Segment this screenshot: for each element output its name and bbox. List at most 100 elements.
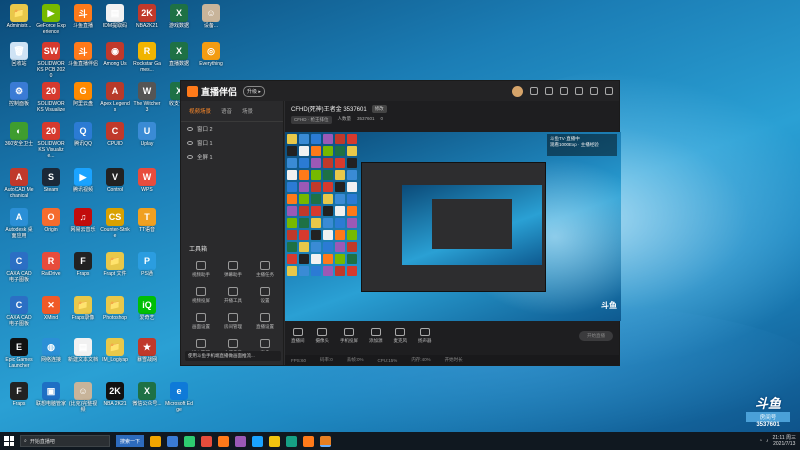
volume-icon[interactable]: ♪ bbox=[766, 438, 769, 444]
desktop-icon[interactable]: 2K NBA 2K21 bbox=[100, 382, 130, 407]
desktop-icon[interactable]: CS Counter-Strike bbox=[100, 208, 130, 239]
tool-item[interactable]: 房间管理 bbox=[217, 313, 249, 330]
control-button[interactable]: 手机投屏 bbox=[340, 328, 358, 344]
desktop-icon[interactable]: 📁 Fraps录像 bbox=[68, 296, 98, 321]
desktop-icon[interactable]: 斗斗鱼直播 bbox=[68, 4, 98, 29]
tool-item[interactable]: 画面设置 bbox=[185, 313, 217, 330]
control-button[interactable]: 添加源 bbox=[369, 328, 383, 344]
desktop-icon[interactable]: A AutoCAD Mechanical bbox=[4, 168, 34, 199]
desktop-icon[interactable]: ▤ IDM提取码 bbox=[100, 4, 130, 29]
control-button[interactable]: 扬声器 bbox=[418, 328, 432, 344]
taskbar-app-icon[interactable] bbox=[150, 435, 162, 447]
desktop-icon[interactable]: X 游戏数据 bbox=[164, 4, 194, 29]
desktop-icon[interactable]: ◎ Everything bbox=[196, 42, 226, 67]
tool-item[interactable]: 开播工具 bbox=[217, 287, 249, 304]
skin-icon[interactable] bbox=[560, 87, 568, 95]
upgrade-badge[interactable]: 升级 ▸ bbox=[243, 85, 265, 97]
desktop-icon[interactable]: iQ 爱奇艺 bbox=[132, 296, 162, 321]
desktop-icon[interactable]: C CPUID bbox=[100, 122, 130, 147]
tab-video-scene[interactable]: 视频场景 bbox=[189, 107, 211, 115]
minimize-icon[interactable] bbox=[575, 87, 583, 95]
desktop-icon[interactable]: 📁 Administr... bbox=[4, 4, 34, 29]
desktop-icon[interactable]: ▶ GeForce Experience bbox=[36, 4, 66, 35]
desktop-icon[interactable]: A Autodesk 桌面应用 bbox=[4, 208, 34, 239]
desktop-icon[interactable]: ⚙ 控制面板 bbox=[4, 82, 34, 107]
desktop-icon[interactable]: C CAXA CAD 电子图板 bbox=[4, 252, 34, 283]
desktop-icon[interactable]: G 阿里云盘 bbox=[68, 82, 98, 107]
desktop-icon[interactable]: ✕ XMind bbox=[36, 296, 66, 321]
desktop-icon[interactable]: 2K NBA2K21 bbox=[132, 4, 162, 29]
taskbar-app-icon[interactable] bbox=[286, 435, 298, 447]
control-button[interactable]: 麦克风 bbox=[394, 328, 407, 344]
desktop-icon[interactable]: E Epic Games Launcher bbox=[4, 338, 34, 369]
tool-item[interactable]: 视频助手 bbox=[185, 261, 217, 278]
taskbar-app-icon[interactable] bbox=[320, 435, 332, 447]
settings-icon[interactable] bbox=[545, 87, 553, 95]
desktop-icon[interactable]: ◐ 360安全卫士 bbox=[4, 122, 34, 147]
control-button[interactable]: 摄像头 bbox=[316, 328, 329, 344]
desktop-icon[interactable]: ▤ 新建文本文档 bbox=[68, 338, 98, 363]
taskbar-app-icon[interactable] bbox=[184, 435, 196, 447]
desktop-icon[interactable]: ★ 暴雪战网 bbox=[132, 338, 162, 363]
desktop-icon[interactable]: ▣ 联想电脑管家 bbox=[36, 382, 66, 407]
tool-item[interactable]: 视频投屏 bbox=[185, 287, 217, 304]
desktop-icon[interactable]: A Apex Legends bbox=[100, 82, 130, 113]
taskbar-app-icon[interactable] bbox=[252, 435, 264, 447]
desktop-icon[interactable]: 20 SOLIDWORKS Visualize... bbox=[36, 122, 66, 159]
desktop-icon[interactable]: R Rockstar Games... bbox=[132, 42, 162, 73]
taskbar-search[interactable]: ⌕ 开始直播吧 bbox=[20, 435, 110, 447]
desktop-icon[interactable]: 🗑 回收站 bbox=[4, 42, 34, 67]
desktop-icon[interactable]: ♫ 网易云音乐 bbox=[68, 208, 98, 233]
taskbar-app-icon[interactable] bbox=[269, 435, 281, 447]
desktop-icon[interactable]: S Steam bbox=[36, 168, 66, 193]
desktop-icon[interactable]: ☺ 设备... bbox=[196, 4, 226, 29]
windows-start-icon[interactable] bbox=[4, 436, 14, 446]
network-icon[interactable]: ◔ bbox=[759, 438, 762, 444]
desktop-icon[interactable]: Q 腾讯QQ bbox=[68, 122, 98, 147]
desktop-icon[interactable]: ☺ (比克)完整视频 bbox=[68, 382, 98, 413]
tool-item[interactable]: 弹幕助手 bbox=[217, 261, 249, 278]
stream-preview[interactable]: 斗鱼TV·直播中 观看1000Exp · 主播经验 斗鱼 bbox=[285, 132, 621, 321]
desktop-icon[interactable]: W WPS bbox=[132, 168, 162, 193]
scene-item-fullscreen-1[interactable]: 全屏 1 bbox=[181, 150, 283, 164]
maximize-icon[interactable] bbox=[590, 87, 598, 95]
taskbar-app-icon[interactable] bbox=[201, 435, 213, 447]
desktop-icon[interactable]: 20 SOLIDWORKS Visualize bbox=[36, 82, 66, 113]
desktop-icon[interactable]: C CAXA CAD 电子图板 bbox=[4, 296, 34, 327]
desktop-icon[interactable]: V Control bbox=[100, 168, 130, 193]
desktop-icon[interactable]: X 直播数据 bbox=[164, 42, 194, 67]
desktop-icon[interactable]: 斗斗鱼直播伴侣 bbox=[68, 42, 98, 67]
desktop-icon[interactable]: P PS通 bbox=[132, 252, 162, 277]
desktop-icon[interactable]: SW SOLIDWORKS PCB 2020 bbox=[36, 42, 66, 79]
tool-item[interactable]: 主播任务 bbox=[249, 261, 281, 278]
taskbar-app-icon[interactable] bbox=[218, 435, 230, 447]
tab-voice[interactable]: 语音 bbox=[221, 107, 232, 115]
desktop-icon[interactable]: F Fraps bbox=[68, 252, 98, 277]
desktop-icon[interactable]: 📁 IM_Logiyap bbox=[100, 338, 130, 363]
taskbar-app-icon[interactable] bbox=[235, 435, 247, 447]
desktop-icon[interactable]: T TT语音 bbox=[132, 208, 162, 233]
tool-item[interactable]: 设置 bbox=[249, 287, 281, 304]
desktop-icon[interactable]: e Microsoft Edge bbox=[164, 382, 194, 413]
desktop-icon[interactable]: O Origin bbox=[36, 208, 66, 233]
taskbar-app-icon[interactable] bbox=[303, 435, 315, 447]
user-avatar[interactable] bbox=[512, 85, 523, 97]
phone-stream-tip[interactable]: 使用斗鱼手机端直播做画面推流... bbox=[185, 351, 281, 361]
control-button[interactable]: 直播间 bbox=[291, 328, 305, 344]
desktop-icon[interactable]: ▶ 腾讯视频 bbox=[68, 168, 98, 193]
desktop-icon[interactable]: R RaiDrive bbox=[36, 252, 66, 277]
scene-item-window-1[interactable]: 窗口 1 bbox=[181, 136, 283, 150]
category-tag[interactable]: CFHD · 枪王排位 bbox=[291, 116, 332, 124]
tab-scene[interactable]: 场景 bbox=[242, 107, 253, 115]
taskbar-app-icon[interactable] bbox=[167, 435, 179, 447]
search-input[interactable]: 开始直播吧 bbox=[30, 438, 55, 445]
edit-title-button[interactable]: 修改 bbox=[371, 104, 387, 113]
tool-item[interactable]: 直播设置 bbox=[249, 313, 281, 330]
eye-icon[interactable] bbox=[187, 141, 193, 145]
desktop-icon[interactable]: ◍ 网络连接 bbox=[36, 338, 66, 363]
scene-item-window-2[interactable]: 窗口 2 bbox=[181, 122, 283, 136]
desktop-icon[interactable]: 📁 Photoshop bbox=[100, 296, 130, 321]
eye-icon[interactable] bbox=[187, 155, 193, 159]
search-button[interactable]: 搜索一下 bbox=[116, 435, 145, 447]
clock[interactable]: 21:11 周三 2021/7/13 bbox=[772, 435, 796, 447]
